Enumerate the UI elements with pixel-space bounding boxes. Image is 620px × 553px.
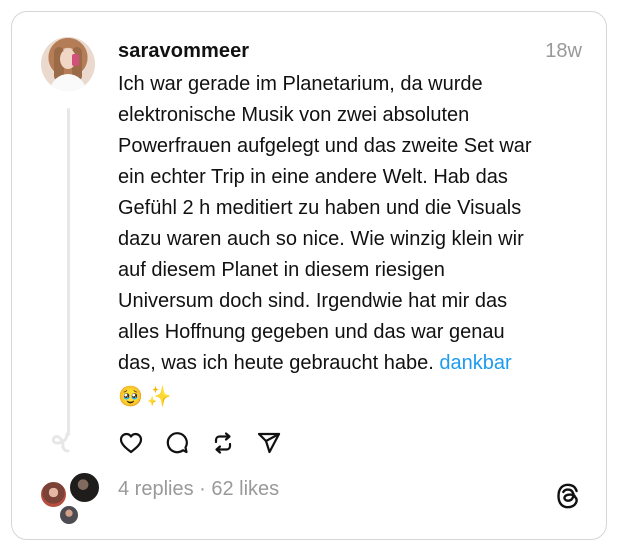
post-text: Ich war gerade im Planetarium, da wurde … — [118, 69, 588, 379]
reply-avatar — [68, 471, 101, 504]
action-bar — [118, 430, 282, 456]
sparkles-emoji: ✨ — [146, 386, 172, 408]
threads-logo-link[interactable] — [554, 482, 582, 510]
threads-logo-icon — [557, 483, 578, 509]
like-button[interactable] — [118, 430, 144, 456]
share-button[interactable] — [256, 430, 282, 456]
author-avatar[interactable] — [41, 37, 95, 91]
heart-icon — [119, 432, 143, 454]
reply-avatar — [58, 504, 80, 526]
pleading-face-emoji: 🥹 — [118, 386, 143, 408]
threads-post-card: saravommeer 18w Ich war gerade im Planet… — [11, 11, 607, 540]
thread-loop-icon — [51, 432, 70, 453]
reply-avatars[interactable] — [38, 470, 108, 530]
repost-icon — [214, 432, 232, 454]
thread-line — [67, 108, 70, 436]
username[interactable]: saravommeer — [118, 40, 249, 63]
send-icon — [257, 432, 281, 454]
avatar-phone — [72, 54, 79, 66]
tag-link[interactable]: dankbar — [439, 352, 511, 374]
post-timestamp: 18w — [545, 40, 582, 62]
repost-button[interactable] — [210, 430, 236, 456]
emoji-row: 🥹 ✨ — [118, 384, 172, 410]
comment-icon — [166, 432, 188, 454]
post-body: Ich war gerade im Planetarium, da wurde … — [118, 73, 532, 374]
replies-likes-count[interactable]: 4 replies · 62 likes — [118, 478, 279, 501]
comment-button[interactable] — [164, 430, 190, 456]
